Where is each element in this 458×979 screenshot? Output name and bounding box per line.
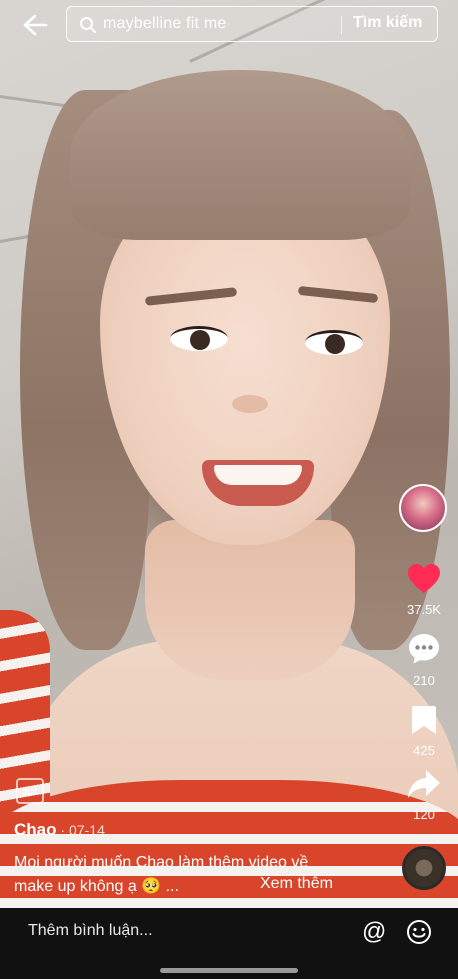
see-more-link[interactable]: Xem thêm	[260, 875, 333, 893]
home-indicator	[160, 968, 298, 973]
comment-input[interactable]: Thêm bình luận...	[28, 922, 153, 940]
search-bar[interactable]: maybelline fit me Tìm kiếm	[66, 6, 438, 42]
like-count: 37.5K	[407, 602, 441, 617]
post-author[interactable]: Chao · 07-14	[14, 820, 105, 840]
comment-button[interactable]: 210	[394, 632, 454, 688]
at-icon[interactable]: @	[362, 918, 386, 946]
bookmark-icon	[412, 706, 436, 734]
emoji-icon[interactable]	[406, 919, 432, 945]
hair	[70, 70, 410, 240]
search-divider	[341, 16, 342, 34]
heart-icon	[408, 564, 440, 593]
search-input[interactable]: maybelline fit me	[103, 15, 226, 33]
like-button[interactable]: 37.5K	[394, 563, 454, 617]
share-button[interactable]: 120	[394, 768, 454, 822]
post-date: · 07-14	[60, 822, 105, 838]
teeth	[214, 465, 302, 485]
nose	[232, 395, 268, 413]
share-icon	[408, 770, 440, 798]
search-submit-button[interactable]: Tìm kiếm	[353, 14, 422, 32]
comment-count: 210	[413, 673, 435, 688]
search-icon	[80, 17, 96, 33]
eye	[305, 330, 363, 355]
share-count: 120	[413, 807, 435, 822]
save-button[interactable]: 425	[394, 704, 454, 758]
subtitle-icon	[23, 789, 37, 795]
comment-bar: Thêm bình luận... @	[0, 908, 458, 979]
video-player[interactable]	[0, 0, 458, 908]
back-arrow-icon	[23, 14, 48, 36]
username[interactable]: Chao	[14, 820, 57, 839]
creator-avatar[interactable]	[399, 484, 447, 532]
save-count: 425	[413, 743, 435, 758]
music-disc[interactable]	[402, 846, 446, 890]
back-button[interactable]	[20, 10, 50, 40]
comment-icon	[409, 634, 439, 664]
captions-icon[interactable]	[16, 778, 44, 804]
eye	[170, 326, 228, 351]
